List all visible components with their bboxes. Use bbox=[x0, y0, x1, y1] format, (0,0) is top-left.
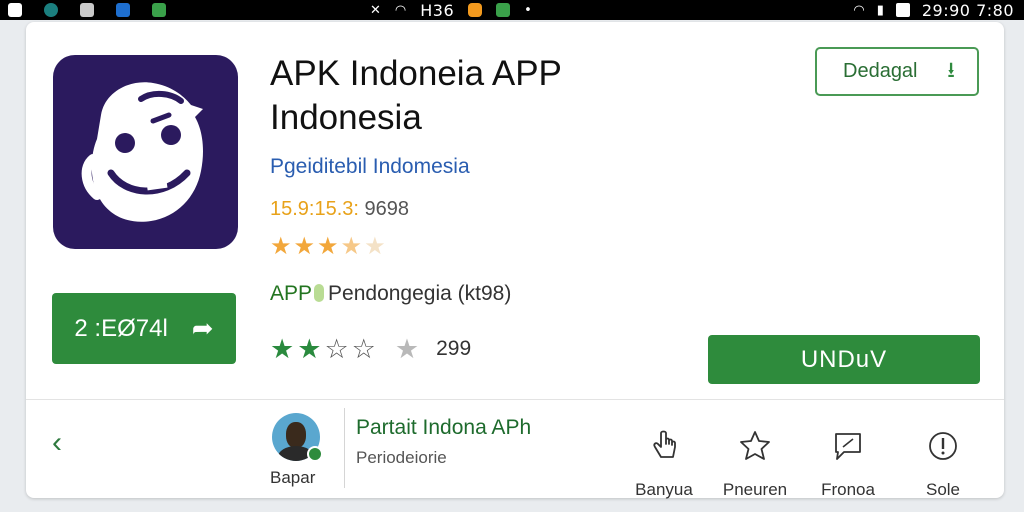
orange-app-icon bbox=[468, 3, 483, 17]
status-center-text: H36 bbox=[420, 0, 455, 20]
install-button-label: UNDuV bbox=[800, 345, 888, 373]
user-rating-count: 299 bbox=[436, 337, 472, 360]
download-button-label: Dedagal bbox=[843, 60, 918, 82]
battery-icon bbox=[895, 3, 910, 17]
category-pill-icon bbox=[314, 284, 325, 302]
mute-icon: ✕ bbox=[370, 2, 381, 18]
star-icon: ★ bbox=[293, 233, 316, 260]
app-card: APK Indoneia APP Indonesia Pgeiditebil I… bbox=[26, 22, 1004, 500]
action-banyua[interactable]: Banyua bbox=[619, 426, 709, 500]
status-bar: ✕ ◠ H36 • ◠ ▮ 29:90 7:80 bbox=[0, 0, 1024, 20]
install-button[interactable]: UNDuV bbox=[708, 335, 980, 384]
category-app-label: APP bbox=[270, 282, 313, 305]
star-icon: ★ bbox=[317, 233, 339, 260]
avatar-label: Bapar bbox=[270, 468, 316, 487]
app-icon[interactable] bbox=[53, 55, 238, 249]
rating-value: 15.9:15.3: bbox=[270, 198, 359, 220]
share-button[interactable]: 2 :EØ74l ➦ bbox=[52, 293, 236, 364]
rating-count: 9698 bbox=[364, 198, 410, 220]
star-outline-icon: ☆ bbox=[351, 334, 376, 364]
hand-pointer-icon bbox=[653, 430, 676, 458]
action-pneuren[interactable]: Pneuren bbox=[710, 426, 800, 500]
star-half-outline-icon: ☆ bbox=[324, 334, 349, 364]
divider bbox=[344, 408, 345, 488]
share-arrow-icon: ➦ bbox=[191, 313, 214, 343]
app-title: APK Indoneia APP Indonesia bbox=[270, 54, 562, 137]
wifi-icon: ◠ bbox=[853, 2, 865, 18]
smiley-logo-icon bbox=[81, 82, 203, 222]
star-empty-icon: ★ bbox=[364, 233, 386, 260]
signal-icon: ▮ bbox=[876, 2, 884, 18]
category-text: Pendongegia (kt98) bbox=[328, 282, 512, 305]
action-label: Fronoa bbox=[821, 480, 875, 499]
action-label: Sole bbox=[925, 480, 961, 499]
info-icon bbox=[929, 432, 957, 460]
user-rating-stars[interactable]: ★ ★ ☆ ☆ ★ 299 bbox=[270, 334, 471, 364]
white-square-icon bbox=[8, 3, 22, 17]
star-icon: ★ bbox=[270, 334, 295, 364]
green-app-icon bbox=[496, 3, 511, 17]
divider bbox=[26, 399, 1004, 400]
publisher-title[interactable]: Partait Indona APh bbox=[356, 416, 531, 440]
star-icon: ★ bbox=[270, 233, 292, 260]
back-chevron-icon[interactable]: ‹ bbox=[52, 426, 62, 460]
download-button[interactable]: Dedagal ⭳ bbox=[815, 47, 979, 96]
rating-summary: 15.9:15.3: 9698 bbox=[270, 198, 409, 221]
action-label: Pneuren bbox=[722, 480, 788, 499]
star-half-icon: ★ bbox=[340, 233, 363, 260]
status-clock: 29:90 7:80 bbox=[921, 0, 1014, 20]
rating-stars: ★ ★ ★ ★ ★ bbox=[270, 233, 386, 261]
action-label: Banyua bbox=[635, 480, 693, 499]
avatar-face bbox=[286, 422, 306, 448]
action-sole[interactable]: Sole bbox=[898, 426, 988, 500]
online-badge-icon bbox=[307, 446, 323, 462]
star-outline-icon bbox=[740, 431, 770, 460]
share-button-label: 2 :EØ74l bbox=[74, 314, 168, 342]
blue-square-icon bbox=[116, 3, 130, 17]
action-fronoa[interactable]: Fronoa bbox=[803, 426, 893, 500]
grey-square-icon bbox=[80, 3, 94, 17]
developer-link[interactable]: Pgeiditebil Indomesia bbox=[270, 155, 470, 179]
green-square-icon bbox=[152, 3, 166, 17]
teal-circle-icon bbox=[44, 3, 58, 17]
dot-icon: • bbox=[524, 2, 532, 18]
wifi-icon: ◠ bbox=[394, 2, 407, 18]
chat-bubble-icon bbox=[835, 433, 861, 460]
star-grey-icon: ★ bbox=[394, 334, 420, 364]
download-arrow-icon: ⭳ bbox=[947, 56, 955, 82]
star-icon: ★ bbox=[297, 334, 322, 364]
publisher-subtitle: Periodeiorie bbox=[356, 448, 447, 467]
category-line: APP Pendongegia (kt98) bbox=[270, 282, 511, 306]
